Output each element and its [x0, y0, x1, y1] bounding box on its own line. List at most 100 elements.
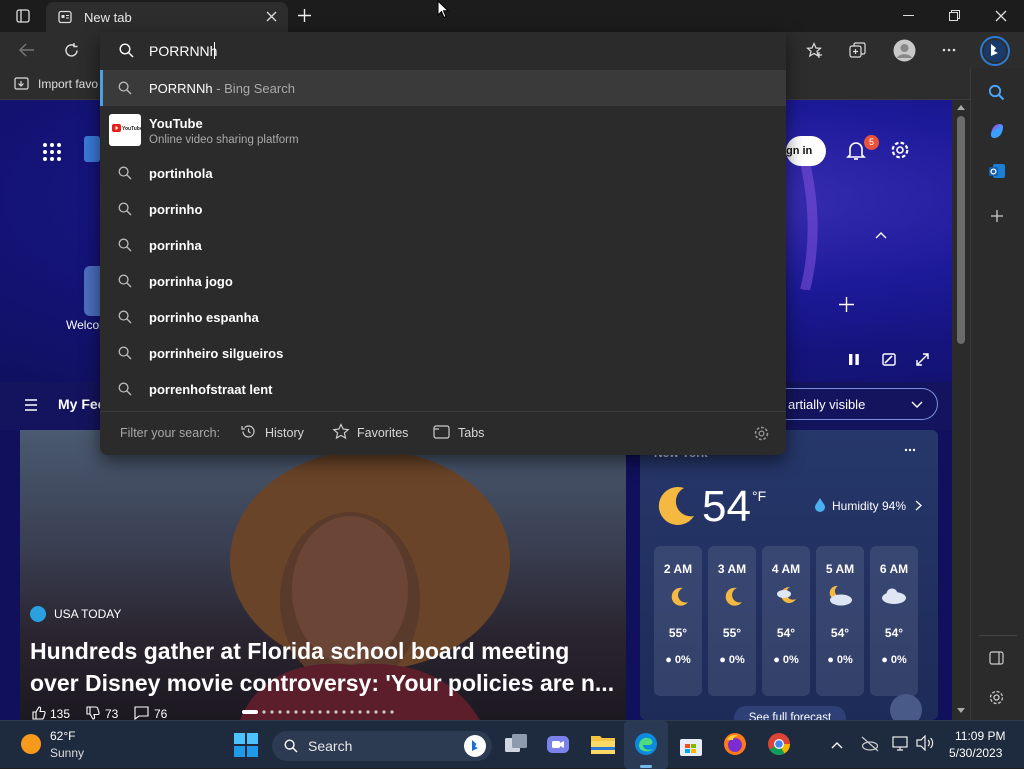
hourly-forecast-item[interactable]: 3 AM 55° ● 0% [708, 546, 756, 696]
my-feed-tab[interactable]: My Fee [58, 396, 105, 412]
suggestion-settings-gear-icon[interactable] [753, 425, 770, 442]
precipitation: ● 0% [881, 654, 907, 666]
more-options-icon[interactable] [942, 48, 956, 52]
sun-icon[interactable] [20, 733, 42, 755]
search-icon [118, 238, 132, 252]
hourly-forecast-item[interactable]: 2 AM 55° ● 0% [654, 546, 702, 696]
suggestion-bing-search[interactable]: PORRNNh - Bing Search [100, 70, 786, 106]
notifications-bell-icon[interactable] [846, 140, 866, 161]
restore-icon[interactable] [949, 10, 960, 21]
show-hidden-icons-chevron-icon[interactable] [831, 741, 843, 749]
taskbar-edge-active[interactable] [624, 721, 668, 769]
hourly-forecast-item[interactable]: 4 AM 54° ● 0% [762, 546, 810, 696]
news-card[interactable]: USA TODAY Hundreds gather at Florida sch… [20, 430, 626, 720]
taskbar-clock-time[interactable]: 11:09 PM [955, 729, 1005, 743]
news-source: USA TODAY [54, 607, 122, 621]
bing-icon [464, 735, 486, 757]
scroll-down-arrow-icon[interactable] [957, 708, 965, 713]
apps-launcher-icon[interactable] [42, 142, 62, 162]
chrome-icon[interactable] [767, 732, 791, 756]
weather-card[interactable]: New York 54 °F Humidity 94% 2 AM 55° ● 0… [640, 430, 938, 720]
weather-map-icon[interactable] [890, 694, 922, 720]
add-quick-link-icon[interactable] [838, 296, 855, 313]
scrollbar-thumb[interactable] [957, 116, 965, 344]
suggestion-youtube[interactable]: YouTube YouTube Online video sharing pla… [100, 108, 786, 150]
precipitation: ● 0% [773, 654, 799, 666]
bing-copilot-icon[interactable] [980, 36, 1010, 66]
dislike-icon[interactable] [86, 706, 100, 720]
onedrive-offline-icon[interactable] [861, 736, 879, 752]
import-favorites-icon [14, 76, 30, 91]
taskbar-search-box[interactable]: Search [272, 731, 492, 761]
page-scrollbar[interactable] [952, 100, 970, 720]
suggestion-item[interactable]: portinhola [100, 155, 786, 191]
sidebar-hide-icon[interactable] [989, 651, 1004, 665]
minimize-icon[interactable] [903, 15, 914, 17]
address-input[interactable]: PORRNNh [149, 43, 217, 59]
add-favorite-icon[interactable] [806, 42, 824, 59]
search-icon [118, 382, 132, 396]
close-tab-icon[interactable] [266, 11, 277, 22]
sidebar-add-icon[interactable] [990, 209, 1004, 223]
close-window-icon[interactable] [995, 10, 1007, 22]
suggestion-item[interactable]: porrinha [100, 227, 786, 263]
suggestion-item[interactable]: porrinho espanha [100, 299, 786, 335]
see-full-forecast-button[interactable]: See full forecast [734, 706, 846, 720]
weather-unit: °F [752, 488, 767, 504]
hourly-forecast-item[interactable]: 6 AM 54° ● 0% [870, 546, 918, 696]
content-visibility-label: artially visible [788, 397, 866, 412]
search-icon [118, 81, 132, 95]
content-visibility-dropdown[interactable]: artially visible [778, 388, 938, 420]
page-settings-gear-icon[interactable] [890, 140, 910, 160]
teams-chat-icon[interactable] [546, 733, 570, 755]
taskbar-weather-desc[interactable]: Sunny [50, 746, 84, 760]
weather-more-icon[interactable] [904, 448, 916, 452]
pause-background-icon[interactable] [848, 353, 860, 366]
taskbar-clock-date[interactable]: 5/30/2023 [949, 746, 1002, 760]
sidebar-divider [979, 635, 1017, 636]
carousel-indicator[interactable] [242, 708, 394, 716]
hourly-forecast-item[interactable]: 5 AM 54° ● 0% [816, 546, 864, 696]
address-bar[interactable]: PORRNNh [100, 32, 786, 70]
sidebar-search-icon[interactable] [988, 84, 1005, 101]
suggestion-item[interactable]: porrinheiro silgueiros [100, 335, 786, 371]
tabs-icon [433, 425, 450, 439]
microsoft-store-icon[interactable] [679, 733, 703, 757]
refresh-icon[interactable] [63, 42, 80, 59]
collapse-chevron-up-icon[interactable] [875, 231, 887, 239]
network-icon[interactable] [892, 735, 910, 751]
sidebar-settings-icon[interactable] [988, 689, 1005, 706]
expand-icon[interactable] [916, 353, 929, 366]
humidity-label[interactable]: Humidity 94% [832, 499, 906, 513]
weather-current-temp: 54 [702, 482, 751, 531]
suggestion-item[interactable]: porrinha jogo [100, 263, 786, 299]
windows-start-icon[interactable] [234, 733, 258, 757]
scroll-up-arrow-icon[interactable] [957, 105, 965, 110]
suggestion-item[interactable]: porrinho [100, 191, 786, 227]
tab-new-tab[interactable]: New tab [46, 2, 288, 32]
youtube-logo-icon: YouTube [109, 114, 143, 146]
import-favorites-link[interactable]: Import favo [38, 77, 98, 91]
collections-icon[interactable] [849, 42, 866, 59]
feed-menu-icon[interactable] [24, 399, 38, 411]
profile-avatar-icon[interactable] [893, 39, 916, 62]
comment-icon[interactable] [134, 706, 149, 720]
news-headline[interactable]: Hundreds gather at Florida school board … [30, 635, 614, 699]
firefox-icon[interactable] [723, 732, 747, 756]
customize-background-icon[interactable] [882, 353, 896, 366]
new-tab-plus-icon[interactable] [297, 8, 312, 23]
task-view-icon[interactable] [504, 733, 528, 755]
back-icon[interactable] [19, 43, 35, 57]
sidebar-copilot-icon[interactable] [988, 122, 1006, 140]
suggestion-item[interactable]: porrenhofstraat lent [100, 371, 786, 407]
sidebar-outlook-icon[interactable] [988, 162, 1006, 180]
sign-in-button[interactable]: gn in [786, 136, 826, 166]
youtube-title: YouTube [149, 116, 203, 131]
tab-actions-icon[interactable] [16, 9, 30, 23]
taskbar-weather-temp[interactable]: 62°F [50, 729, 75, 743]
selection-indicator [100, 70, 103, 106]
like-icon[interactable] [32, 706, 46, 720]
file-explorer-icon[interactable] [590, 733, 616, 755]
mouse-cursor-icon [437, 0, 449, 19]
volume-icon[interactable] [916, 735, 934, 751]
